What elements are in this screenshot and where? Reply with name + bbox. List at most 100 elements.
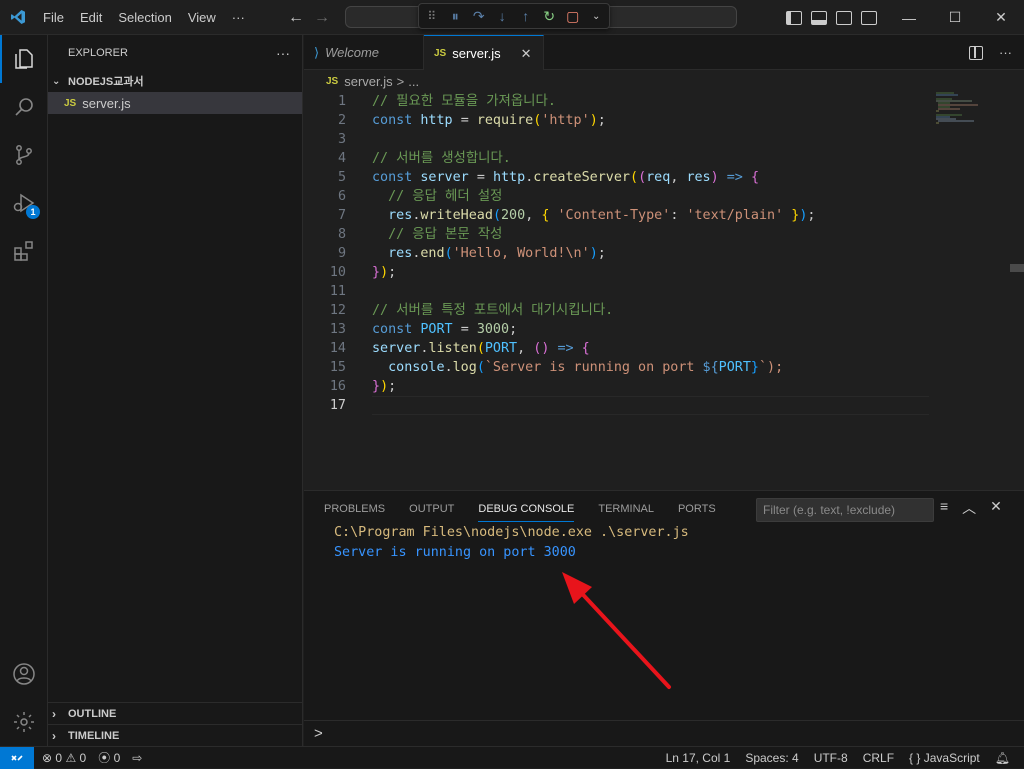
back-arrow-icon[interactable]: ←: [288, 9, 304, 27]
javascript-file-icon: JS: [64, 97, 77, 109]
customize-layout-icon[interactable]: [861, 10, 877, 25]
menu-more[interactable]: ···: [224, 0, 253, 35]
settings-gear-icon[interactable]: [0, 698, 48, 746]
line-code: const http = require('http');: [372, 113, 606, 128]
vertical-scrollbar[interactable]: [1010, 264, 1024, 272]
source-control-icon[interactable]: [0, 131, 48, 179]
folder-row[interactable]: ⌄ NODEJS교과서: [48, 70, 302, 92]
menu-view[interactable]: View: [180, 0, 224, 35]
braces-icon: { }: [909, 750, 921, 765]
timeline-section[interactable]: › TIMELINE: [48, 724, 303, 746]
indentation[interactable]: Spaces: 4: [745, 751, 798, 765]
menu-file[interactable]: File: [35, 0, 72, 35]
line-code: res.writeHead(200, { 'Content-Type': 'te…: [388, 208, 816, 223]
minimize-icon[interactable]: —: [886, 0, 932, 35]
code-line: 9 res.end('Hello, World!\n');: [304, 244, 1024, 263]
ports-status[interactable]: ⦿ 0: [98, 749, 120, 766]
chevron-down-icon[interactable]: ⌄: [590, 11, 604, 22]
search-icon[interactable]: [0, 83, 48, 131]
vscode-logo-icon: [0, 0, 35, 35]
line-number: 7: [337, 208, 346, 223]
tab-output[interactable]: OUTPUT: [409, 503, 454, 515]
code-editor[interactable]: 1 // 필요한 모듈을 가져옵니다. 2 const http = require(…: [304, 92, 1024, 490]
code-line: 15 console.log(`Server is running on por…: [304, 358, 1024, 377]
run-debug-icon[interactable]: 1: [0, 179, 48, 227]
activity-bar: 1: [0, 35, 48, 746]
stop-icon[interactable]: ▢: [566, 8, 580, 25]
language-mode[interactable]: { } JavaScript: [909, 751, 980, 765]
line-number: 9: [337, 246, 346, 261]
warning-count: 0: [79, 750, 87, 765]
problems-status[interactable]: ⊗ 0 ⚠ 0: [42, 751, 86, 765]
tab-problems[interactable]: PROBLEMS: [324, 503, 385, 515]
breadcrumb-file[interactable]: server.js: [344, 74, 392, 89]
broadcast-icon: ⦿: [98, 751, 111, 765]
tab-debug-console[interactable]: DEBUG CONSOLE: [478, 503, 575, 522]
language-label: JavaScript: [923, 750, 980, 765]
drag-handle-icon[interactable]: ⠿: [425, 9, 439, 23]
notifications-bell-icon[interactable]: 🔔︎: [995, 751, 1010, 765]
maximize-icon[interactable]: ☐: [932, 0, 978, 35]
outline-label: OUTLINE: [68, 707, 117, 720]
code-line: 3: [304, 130, 1024, 149]
line-number: 17: [329, 398, 346, 413]
forward-arrow-icon[interactable]: →: [314, 9, 330, 27]
toggle-secondary-sidebar-icon[interactable]: [836, 10, 852, 25]
line-code: // 응답 헤더 설정: [388, 189, 503, 204]
account-icon[interactable]: [0, 650, 48, 698]
error-count: 0: [55, 750, 63, 765]
line-number: 15: [329, 360, 346, 375]
editor-tabs: ⟩ Welcome JS server.js ✕ ···: [304, 35, 1024, 71]
minimap[interactable]: [936, 92, 1016, 152]
layout-controls: [786, 0, 877, 35]
remote-indicator-icon[interactable]: [0, 746, 34, 769]
restart-icon[interactable]: ↻: [543, 8, 557, 25]
code-line: 8 // 응답 본문 작성: [304, 225, 1024, 244]
debug-launch-icon[interactable]: ⇨: [132, 751, 142, 765]
file-label: server.js: [82, 95, 131, 111]
extensions-icon[interactable]: [0, 227, 48, 275]
cursor-position[interactable]: Ln 17, Col 1: [666, 751, 731, 765]
toggle-panel-icon[interactable]: [811, 10, 827, 25]
end-of-line[interactable]: CRLF: [863, 751, 894, 765]
ports-count: 0: [113, 751, 121, 765]
tab-welcome[interactable]: ⟩ Welcome: [304, 35, 424, 70]
timeline-label: TIMELINE: [68, 729, 120, 742]
split-editor-icon[interactable]: [969, 45, 983, 60]
close-icon[interactable]: ✕: [978, 0, 1024, 35]
clear-console-icon[interactable]: ≡: [940, 498, 948, 518]
status-left: ⊗ 0 ⚠ 0 ⦿ 0 ⇨: [42, 749, 142, 766]
breadcrumb-rest[interactable]: ...: [408, 74, 419, 89]
explorer-sidebar: EXPLORER ··· ⌄ NODEJS교과서 JS server.js › …: [48, 35, 303, 746]
filter-input[interactable]: Filter (e.g. text, !exclude): [756, 498, 934, 522]
line-number: 1: [337, 94, 346, 109]
line-number: 14: [329, 341, 346, 356]
explorer-icon[interactable]: [0, 35, 48, 83]
repl-prompt[interactable]: >: [304, 720, 1024, 746]
line-number: 12: [329, 303, 346, 318]
more-actions-icon[interactable]: ···: [999, 45, 1012, 60]
menu-selection[interactable]: Selection: [110, 0, 179, 35]
tab-label: server.js: [452, 46, 501, 61]
step-into-icon[interactable]: ↓: [496, 8, 510, 24]
step-over-icon[interactable]: ↷: [472, 8, 486, 25]
outline-section[interactable]: › OUTLINE: [48, 702, 303, 724]
more-actions-icon[interactable]: ···: [276, 45, 290, 61]
step-out-icon[interactable]: ↑: [519, 8, 533, 24]
chevron-right-icon: >: [314, 725, 323, 742]
file-item-server-js[interactable]: JS server.js: [48, 92, 302, 114]
maximize-panel-icon[interactable]: ︿: [962, 498, 976, 518]
menu-edit[interactable]: Edit: [72, 0, 110, 35]
toggle-primary-sidebar-icon[interactable]: [786, 10, 802, 25]
tab-ports[interactable]: PORTS: [678, 503, 716, 515]
tab-terminal[interactable]: TERMINAL: [598, 503, 654, 515]
close-panel-icon[interactable]: ✕: [990, 498, 1002, 518]
encoding[interactable]: UTF-8: [814, 751, 848, 765]
pause-icon[interactable]: ⏸: [449, 8, 463, 25]
line-number: 11: [329, 284, 346, 299]
code-line: 7 res.writeHead(200, { 'Content-Type': '…: [304, 206, 1024, 225]
line-code: // 응답 본문 작성: [388, 227, 503, 242]
line-code: const server = http.createServer((req, r…: [372, 170, 759, 185]
tab-server-js[interactable]: JS server.js ✕: [424, 35, 544, 71]
close-tab-icon[interactable]: ✕: [521, 46, 532, 62]
